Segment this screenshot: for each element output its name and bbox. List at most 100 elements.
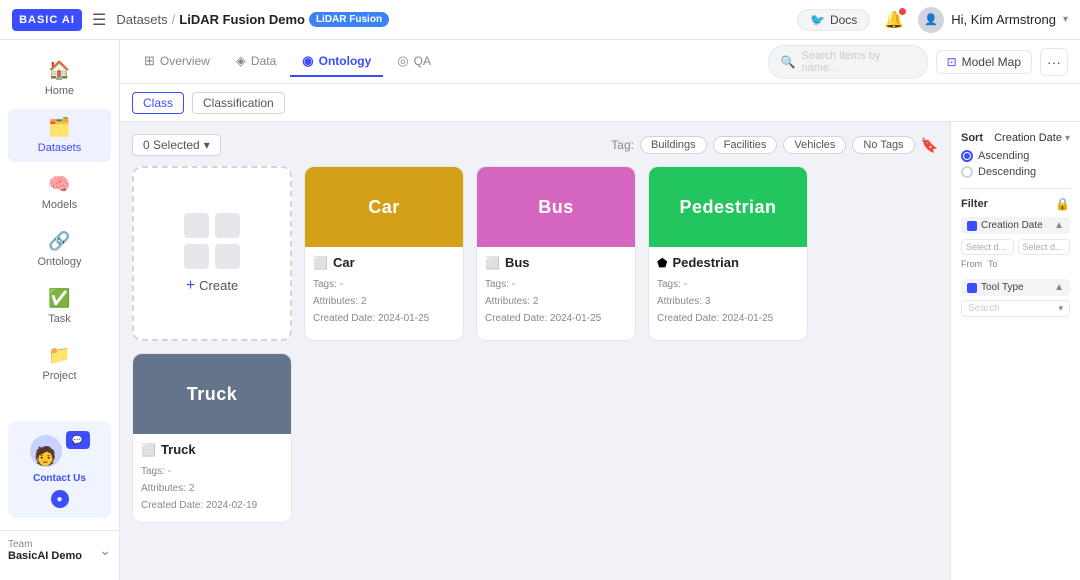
date-from-input[interactable]: Select d...	[961, 239, 1014, 255]
date-to-input[interactable]: Select d...	[1018, 239, 1071, 255]
logo[interactable]: BASIC AI	[12, 9, 82, 31]
top-nav: BASIC AI ☰ Datasets / LiDAR Fusion Demo …	[0, 0, 1080, 40]
tags-row: Tag: Buildings Facilities Vehicles No Ta…	[611, 136, 938, 154]
bus-title: Bus	[505, 255, 530, 270]
card-bus[interactable]: Bus ⬜ Bus Tags: - Attributes: 2 Created …	[476, 166, 636, 341]
logo-text: BASIC AI	[19, 14, 75, 26]
lidar-badge: LiDAR Fusion	[309, 12, 389, 27]
filter-header: Filter 🔒	[961, 197, 1070, 211]
creation-date-check	[967, 221, 977, 231]
docs-icon: 🐦	[810, 13, 825, 27]
tab-data[interactable]: ◈ Data	[224, 47, 288, 77]
sidebar-item-models[interactable]: 🧠 Models	[8, 166, 111, 219]
hamburger-icon[interactable]: ☰	[92, 10, 106, 30]
sidebar-label-ontology: Ontology	[37, 256, 81, 268]
sort-value-row[interactable]: Creation Date ▾	[994, 132, 1070, 144]
create-card[interactable]: + Create	[132, 166, 292, 341]
filter-bar: Class Classification	[120, 84, 1080, 122]
descending-radio[interactable]: Descending	[961, 166, 1070, 178]
sidebar-label-project: Project	[42, 370, 76, 382]
sidebar-bottom: 🧑 💬 Contact Us ●	[0, 413, 119, 526]
models-icon: 🧠	[48, 174, 70, 195]
tab-ontology[interactable]: ◉ Ontology	[290, 47, 383, 77]
ascending-radio[interactable]: Ascending	[961, 150, 1070, 162]
main-layout: 🏠 Home 🗂️ Datasets 🧠 Models 🔗 Ontology ✅…	[0, 40, 1080, 580]
car-meta: Tags: - Attributes: 2 Created Date: 2024…	[313, 276, 455, 327]
tool-type-header[interactable]: Tool Type ▲	[961, 279, 1070, 296]
from-label: From	[961, 259, 982, 269]
contact-illustration: 🧑 💬	[30, 431, 90, 467]
card-car[interactable]: Car ⬜ Car Tags: - Attributes: 2 Created …	[304, 166, 464, 341]
creation-date-header[interactable]: Creation Date ▲	[961, 217, 1070, 234]
contact-label: Contact Us	[33, 473, 86, 484]
create-text: Create	[199, 278, 238, 293]
bus-attributes: Attributes: 2	[485, 293, 627, 310]
user-chevron-icon: ▾	[1063, 14, 1068, 25]
bus-meta: Tags: - Attributes: 2 Created Date: 2024…	[485, 276, 627, 327]
selected-badge[interactable]: 0 Selected ▾	[132, 134, 221, 156]
project-icon: 📁	[48, 345, 70, 366]
sidebar-item-home[interactable]: 🏠 Home	[8, 52, 111, 105]
descending-radio-dot	[961, 166, 973, 178]
breadcrumb-datasets[interactable]: Datasets	[116, 12, 167, 27]
search-box[interactable]: 🔍 Search items by name...	[768, 45, 928, 79]
pedestrian-card-body: ⬟ Pedestrian Tags: - Attributes: 3 Creat…	[649, 247, 807, 335]
right-panel: Sort Creation Date ▾ Ascending Descendin…	[950, 122, 1080, 580]
contact-speech-bubble: 💬	[66, 431, 90, 449]
pedestrian-date: Created Date: 2024-01-25	[657, 310, 799, 327]
docs-button[interactable]: 🐦 Docs	[797, 9, 870, 31]
creation-date-collapse-icon: ▲	[1054, 220, 1064, 231]
tab-overview[interactable]: ⊞ Overview	[132, 47, 222, 77]
grid-area: 0 Selected ▾ Tag: Buildings Facilities V…	[120, 122, 950, 580]
tabs-bar: ⊞ Overview ◈ Data ◉ Ontology ◎ QA	[120, 40, 1080, 84]
tool-search-chevron-icon: ▾	[1058, 303, 1063, 314]
car-title: Car	[333, 255, 355, 270]
pedestrian-attributes: Attributes: 3	[657, 293, 799, 310]
tabs-right: 🔍 Search items by name... ⊡ Model Map ··…	[768, 45, 1068, 79]
ontology-icon: 🔗	[48, 231, 70, 252]
sidebar-item-task[interactable]: ✅ Task	[8, 280, 111, 333]
sidebar-label-home: Home	[45, 85, 74, 97]
contact-person: 🧑	[30, 435, 62, 467]
model-map-button[interactable]: ⊡ Model Map	[936, 50, 1032, 74]
truck-date: Created Date: 2024-02-19	[141, 497, 283, 514]
tab-qa[interactable]: ◎ QA	[385, 47, 443, 77]
sidebar-item-ontology[interactable]: 🔗 Ontology	[8, 223, 111, 276]
search-placeholder: Search items by name...	[802, 50, 915, 74]
card-pedestrian[interactable]: Pedestrian ⬟ Pedestrian Tags: - Attribut…	[648, 166, 808, 341]
truck-card-body: ⬜ Truck Tags: - Attributes: 2 Created Da…	[133, 434, 291, 522]
truck-title: Truck	[161, 442, 196, 457]
team-section[interactable]: Team BasicAI Demo ⌄	[0, 530, 119, 570]
sort-label: Sort	[961, 132, 983, 144]
sort-chevron-icon: ▾	[1065, 133, 1070, 144]
contact-card[interactable]: 🧑 💬 Contact Us ●	[8, 421, 111, 518]
user-menu[interactable]: 👤 Hi, Kim Armstrong ▾	[918, 7, 1068, 33]
pedestrian-type-icon: ⬟	[657, 256, 667, 270]
more-options-button[interactable]: ···	[1040, 48, 1068, 76]
sidebar-item-project[interactable]: 📁 Project	[8, 337, 111, 390]
task-icon: ✅	[48, 288, 70, 309]
tag-chip-facilities[interactable]: Facilities	[713, 136, 778, 154]
tool-type-check	[967, 283, 977, 293]
tool-type-search[interactable]: Search ▾	[961, 300, 1070, 317]
selected-count: 0 Selected	[143, 138, 200, 152]
bookmark-icon[interactable]: 🔖	[921, 137, 938, 154]
ontology-tab-icon: ◉	[302, 53, 313, 69]
pedestrian-title-row: ⬟ Pedestrian	[657, 255, 799, 270]
creation-date-filter: Creation Date ▲ Select d... Select d... …	[961, 217, 1070, 269]
tag-chip-buildings[interactable]: Buildings	[640, 136, 707, 154]
classification-filter-button[interactable]: Classification	[192, 92, 285, 114]
class-filter-button[interactable]: Class	[132, 92, 184, 114]
card-truck[interactable]: Truck ⬜ Truck Tags: - Attributes: 2 Crea…	[132, 353, 292, 523]
model-map-icon: ⊡	[947, 55, 957, 69]
notification-bell[interactable]: 🔔	[884, 10, 904, 30]
bus-title-row: ⬜ Bus	[485, 255, 627, 270]
sidebar-item-datasets[interactable]: 🗂️ Datasets	[8, 109, 111, 162]
notification-dot	[899, 8, 906, 15]
tag-chip-vehicles[interactable]: Vehicles	[783, 136, 846, 154]
sort-row: Sort Creation Date ▾	[961, 132, 1070, 144]
truck-attributes: Attributes: 2	[141, 480, 283, 497]
tag-chip-notags[interactable]: No Tags	[852, 136, 914, 154]
bus-type-icon: ⬜	[485, 256, 500, 270]
tab-qa-label: QA	[414, 54, 431, 68]
